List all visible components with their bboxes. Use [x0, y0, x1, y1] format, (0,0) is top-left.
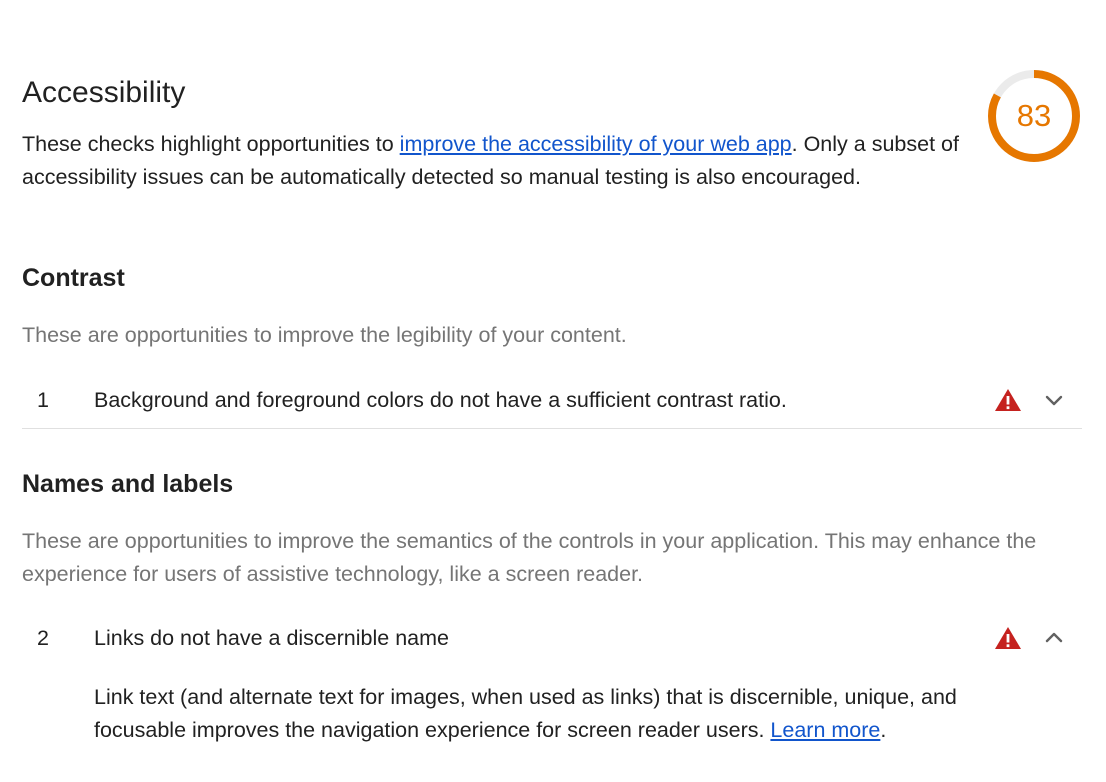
- warning-triangle-icon: [995, 389, 1021, 411]
- accessibility-report: Accessibility These checks highlight opp…: [22, 0, 1082, 782]
- category-description: These checks highlight opportunities to …: [22, 128, 972, 193]
- score-gauge: 83: [986, 68, 1082, 164]
- accessibility-docs-link[interactable]: improve the accessibility of your web ap…: [400, 132, 792, 156]
- audit-number: 2: [37, 626, 49, 650]
- group-title-contrast: Contrast: [22, 264, 125, 292]
- category-title: Accessibility: [22, 76, 186, 109]
- group-description-names-and-labels: These are opportunities to improve the s…: [22, 529, 1037, 586]
- divider: [22, 428, 1082, 429]
- score-value: 83: [1016, 98, 1052, 133]
- audit-number: 1: [37, 388, 49, 412]
- audit-description-link-name: Link text (and alternate text for images…: [94, 681, 1054, 746]
- chevron-up-icon[interactable]: [1042, 626, 1066, 650]
- chevron-down-icon[interactable]: [1042, 388, 1066, 412]
- warning-triangle-icon: [995, 627, 1021, 649]
- group-description-contrast: These are opportunities to improve the l…: [22, 323, 627, 347]
- group-title-names-and-labels: Names and labels: [22, 470, 234, 498]
- audit-description-end: .: [880, 717, 887, 742]
- audit-title: Background and foreground colors do not …: [94, 388, 787, 412]
- audit-row-link-name[interactable]: 2 Links do not have a discernible name: [22, 610, 1082, 666]
- audit-row-color-contrast[interactable]: 1 Background and foreground colors do no…: [22, 372, 1082, 428]
- intro-text-before: These checks highlight opportunities to: [22, 132, 400, 156]
- audit-title: Links do not have a discernible name: [94, 626, 449, 650]
- learn-more-link[interactable]: Learn more: [770, 718, 880, 742]
